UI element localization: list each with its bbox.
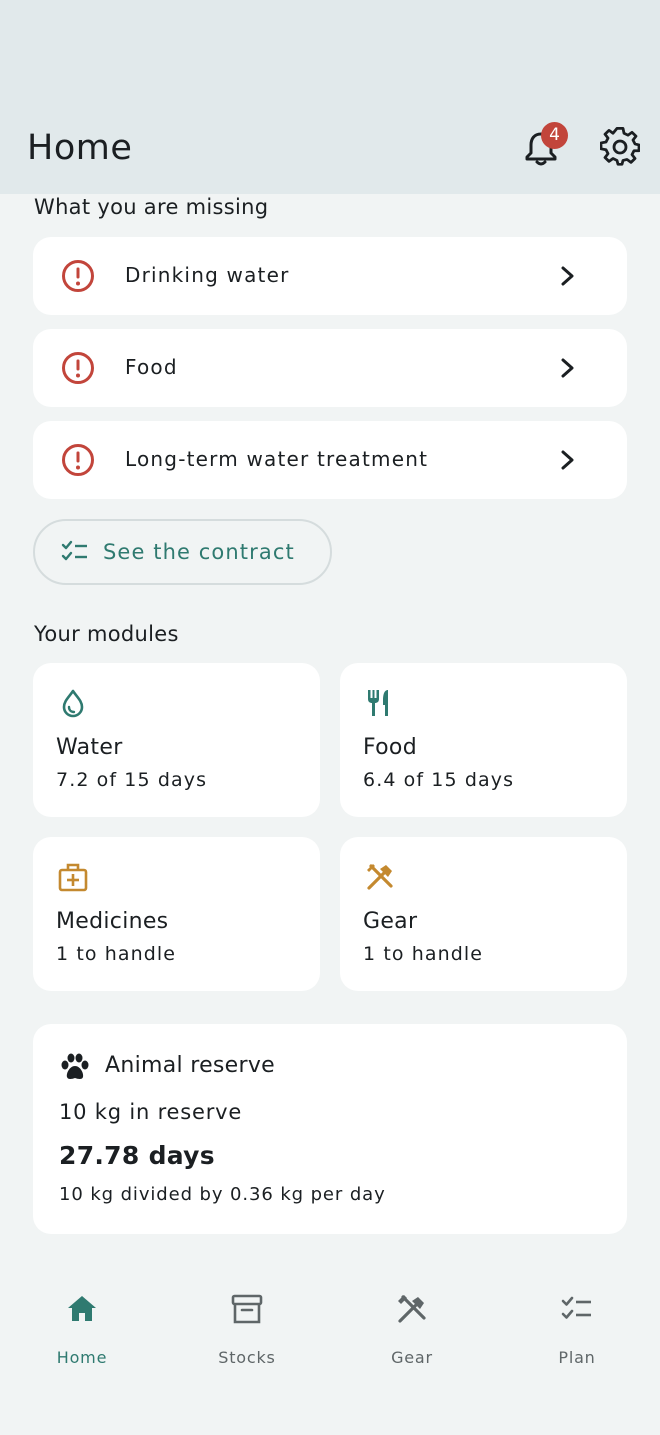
missing-item-food[interactable]: Food: [33, 329, 627, 407]
animal-reserve-days: 27.78 days: [59, 1141, 215, 1170]
water-drop-icon: [62, 689, 84, 718]
missing-item-label: Long-term water treatment: [125, 447, 429, 471]
module-title: Food: [363, 735, 417, 760]
missing-item-water-treatment[interactable]: Long-term water treatment: [33, 421, 627, 499]
missing-section-title: What you are missing: [34, 195, 269, 219]
nav-label: Home: [56, 1348, 108, 1367]
module-card-food[interactable]: Food 6.4 of 15 days: [340, 663, 627, 817]
missing-item-drinking-water[interactable]: Drinking water: [33, 237, 627, 315]
see-contract-label: See the contract: [103, 540, 295, 564]
home-icon: [68, 1296, 96, 1321]
module-title: Gear: [363, 909, 418, 934]
chevron-right-icon: [561, 266, 574, 286]
page-title: Home: [27, 128, 133, 168]
nav-label: Gear: [391, 1348, 433, 1367]
paw-icon: [61, 1053, 89, 1079]
module-card-medicines[interactable]: Medicines 1 to handle: [33, 837, 320, 991]
module-title: Water: [56, 735, 123, 760]
module-subtitle: 6.4 of 15 days: [363, 769, 515, 791]
nav-item-plan[interactable]: Plan: [517, 1292, 637, 1382]
utensils-icon: [368, 690, 388, 716]
animal-reserve-amount: 10 kg in reserve: [59, 1100, 243, 1124]
alert-icon: [62, 260, 94, 292]
chevron-right-icon: [561, 450, 574, 470]
animal-reserve-formula: 10 kg divided by 0.36 kg per day: [59, 1184, 386, 1205]
tools-icon: [367, 864, 393, 890]
module-subtitle: 7.2 of 15 days: [56, 769, 208, 791]
animal-reserve-card[interactable]: Animal reserve 10 kg in reserve 27.78 da…: [33, 1024, 627, 1234]
checklist-icon: [561, 1296, 591, 1319]
module-card-gear[interactable]: Gear 1 to handle: [340, 837, 627, 991]
gear-icon[interactable]: [600, 127, 640, 167]
module-card-water[interactable]: Water 7.2 of 15 days: [33, 663, 320, 817]
chevron-right-icon: [561, 358, 574, 378]
see-contract-button[interactable]: See the contract: [33, 519, 332, 585]
nav-label: Stocks: [218, 1348, 276, 1367]
archive-icon: [231, 1294, 263, 1324]
bottom-navigation: Home Stocks Gear Plan: [0, 1262, 660, 1435]
module-title: Medicines: [56, 909, 169, 934]
nav-item-home[interactable]: Home: [22, 1292, 142, 1382]
module-subtitle: 1 to handle: [56, 943, 177, 965]
notification-badge: 4: [541, 122, 568, 149]
module-subtitle: 1 to handle: [363, 943, 484, 965]
nav-item-gear[interactable]: Gear: [352, 1292, 472, 1382]
alert-icon: [62, 444, 94, 476]
nav-item-stocks[interactable]: Stocks: [187, 1292, 307, 1382]
modules-section-title: Your modules: [34, 622, 179, 646]
checklist-icon: [61, 540, 87, 561]
nav-label: Plan: [558, 1348, 596, 1367]
missing-item-label: Drinking water: [125, 263, 290, 287]
missing-item-label: Food: [125, 355, 178, 379]
medical-kit-icon: [58, 863, 88, 892]
tools-icon: [398, 1295, 426, 1323]
animal-reserve-title: Animal reserve: [105, 1053, 276, 1078]
alert-icon: [62, 352, 94, 384]
